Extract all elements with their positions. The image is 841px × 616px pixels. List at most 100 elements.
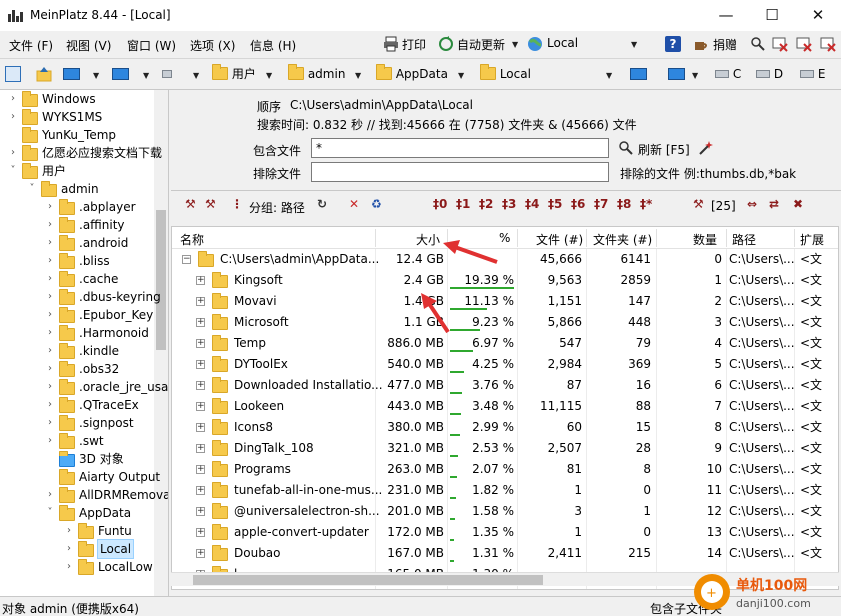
close-results-icon[interactable]: ✖ — [793, 197, 803, 211]
tree-item[interactable]: › .android — [0, 234, 155, 252]
minimize-button[interactable]: — — [703, 0, 749, 31]
tree-item[interactable]: › LocalLow — [0, 558, 155, 576]
expand-icon[interactable]: + — [196, 507, 205, 516]
chevron-right-icon[interactable]: › — [45, 324, 55, 342]
tree-scroll-thumb[interactable] — [156, 210, 166, 350]
table-row[interactable]: + tunefab-all-in-one-mus... 231.0 MB 1.82 %… — [172, 480, 838, 501]
print-button[interactable]: 打印 — [402, 36, 426, 53]
tree-toggle-icon[interactable] — [5, 66, 21, 82]
results-grid[interactable]: 名称 大小 % 文件 (#) 文件夹 (#) 数量 路径 扩展 − C:\User… — [171, 226, 839, 590]
tree-item[interactable]: › 亿愿必应搜索文档下载 — [0, 144, 162, 162]
tree-item[interactable]: 3D 对象 — [0, 450, 155, 468]
expand-icon[interactable]: ⇄ — [769, 197, 779, 211]
col-files[interactable]: 文件 (#) — [536, 231, 583, 248]
tree-item[interactable]: › Local — [0, 539, 155, 559]
drive-c[interactable]: C — [715, 66, 741, 84]
drive-d[interactable]: D — [756, 66, 783, 84]
expand-icon[interactable]: + — [196, 528, 205, 537]
network-chevron-icon[interactable]: ▼ — [193, 71, 199, 80]
chevron-right-icon[interactable]: › — [45, 216, 55, 234]
tree-item[interactable]: › .dbus-keyring — [0, 288, 161, 306]
exclude-files-input[interactable] — [311, 162, 609, 182]
expand-icon[interactable]: + — [196, 465, 205, 474]
autoupdate-icon[interactable] — [438, 36, 454, 52]
table-row[interactable]: + Temp 886.0 MB 6.97 % 547 79 4 C:\Users\... <文 — [172, 333, 838, 354]
menu-file[interactable]: 文件 (F) — [9, 37, 53, 54]
chevron-right-icon[interactable]: › — [64, 558, 74, 576]
col-count[interactable]: 数量 — [693, 231, 717, 248]
group-by-selector[interactable]: 分组: 路径 — [249, 199, 305, 216]
tree-item[interactable]: Aiarty Output — [0, 468, 160, 486]
col-extension[interactable]: 扩展 — [800, 231, 824, 248]
tree-item[interactable]: › WYKS1MS — [0, 108, 155, 126]
breadcrumb-local[interactable]: Local — [480, 64, 531, 84]
view-icon[interactable] — [630, 66, 647, 84]
chevron-right-icon[interactable]: › — [45, 414, 55, 432]
recycle-icon[interactable]: ♻ — [371, 197, 382, 211]
table-row[interactable]: + Downloaded Installatio... 477.0 MB 3.76 %… — [172, 375, 838, 396]
tree-item[interactable]: › AllDRMRemoval — [0, 486, 168, 504]
hammer-icon[interactable]: ⚒ — [185, 197, 196, 211]
drive-e[interactable]: E — [800, 66, 825, 84]
level-6-icon[interactable]: ‡6 — [571, 197, 585, 211]
tree-item[interactable]: › .oracle_jre_usage — [0, 378, 168, 396]
breadcrumb-user[interactable]: 用户 — [212, 64, 256, 84]
refresh-group-icon[interactable]: ↻ — [317, 197, 327, 211]
table-row[interactable]: + Microsoft 1.1 GB 9.23 % 5,866 448 3 C:\Users\… — [172, 312, 838, 333]
tree-item[interactable]: YunKu_Temp — [0, 126, 155, 144]
folder-tree[interactable]: › Windows › WYKS1MS YunKu_Temp › 亿愿必应搜索文档下载 ˅ 用户… — [0, 90, 169, 598]
print-icon[interactable] — [383, 36, 399, 52]
chevron-right-icon[interactable]: › — [8, 144, 18, 162]
monitor-chevron-icon[interactable]: ▼ — [692, 71, 698, 80]
chevron-right-icon[interactable]: › — [45, 288, 55, 306]
chevron-right-icon[interactable]: › — [64, 522, 74, 540]
expand-icon[interactable]: + — [196, 381, 205, 390]
root-row[interactable]: − C:\Users\admin\AppData... 12.4 GB 45,666 6… — [172, 249, 838, 270]
maximize-button[interactable]: ☐ — [749, 0, 795, 31]
wand-icon[interactable] — [698, 140, 714, 156]
table-row[interactable]: + Movavi 1.4 GB 11.13 % 1,151 147 2 C:\Users\..… — [172, 291, 838, 312]
expand-icon[interactable]: + — [196, 402, 205, 411]
tree-item[interactable]: › .kindle — [0, 342, 155, 360]
magic-search-icon[interactable] — [618, 140, 634, 156]
chevron-right-icon[interactable]: › — [64, 540, 74, 558]
chevron-right-icon[interactable]: › — [8, 108, 18, 126]
computer-chevron-icon[interactable]: ▼ — [143, 71, 149, 80]
expand-icon[interactable]: + — [196, 360, 205, 369]
level-8-icon[interactable]: ‡8 — [617, 197, 631, 211]
expand-icon[interactable]: + — [196, 297, 205, 306]
chevron-right-icon[interactable]: › — [45, 378, 55, 396]
close-button[interactable]: ✕ — [795, 0, 841, 31]
close-all-icon[interactable] — [796, 36, 812, 52]
expand-icon[interactable]: + — [196, 486, 205, 495]
close-others-icon[interactable] — [820, 36, 836, 52]
tree-scrollbar[interactable] — [154, 90, 168, 598]
chevron-right-icon[interactable]: › — [45, 306, 55, 324]
location-select[interactable]: Local — [547, 36, 578, 50]
chevron-right-icon[interactable]: › — [45, 486, 55, 504]
computer-icon[interactable] — [112, 66, 129, 84]
table-row[interactable]: + Lookeen 443.0 MB 3.48 % 11,115 88 7 C:\Users\… — [172, 396, 838, 417]
level-all-icon[interactable]: ‡* — [640, 197, 652, 211]
chevron-right-icon[interactable]: › — [45, 432, 55, 450]
table-row[interactable]: + Programs 263.0 MB 2.07 % 81 8 10 C:\Users\...… — [172, 459, 838, 480]
tree-item[interactable]: › .abplayer — [0, 198, 155, 216]
help-icon[interactable]: ? — [665, 36, 681, 52]
hammer-alt-icon[interactable]: ⚒ — [205, 197, 216, 211]
chevron-right-icon[interactable]: › — [45, 396, 55, 414]
breadcrumb-user-chevron-icon[interactable]: ▼ — [266, 71, 272, 80]
col-size[interactable]: 大小 — [416, 231, 440, 248]
desktop-chevron-icon[interactable]: ▼ — [93, 71, 99, 80]
menu-options[interactable]: 选项 (X) — [190, 37, 235, 54]
table-row[interactable]: + Doubao 167.0 MB 1.31 % 2,411 215 14 C:\Users\… — [172, 543, 838, 564]
expand-icon[interactable]: + — [196, 444, 205, 453]
breadcrumb-admin-chevron-icon[interactable]: ▼ — [355, 71, 361, 80]
tree-item[interactable]: › Funtu — [0, 522, 155, 540]
collapse-icon[interactable]: − — [182, 255, 191, 264]
include-files-input[interactable]: * — [311, 138, 609, 158]
level-5-icon[interactable]: ‡5 — [548, 197, 562, 211]
monitor-icon[interactable] — [668, 66, 685, 84]
tree-item[interactable]: › .obs32 — [0, 360, 155, 378]
refresh-button[interactable]: 刷新 [F5] — [638, 141, 690, 158]
tree-item[interactable]: › .Epubor_Key — [0, 306, 155, 324]
